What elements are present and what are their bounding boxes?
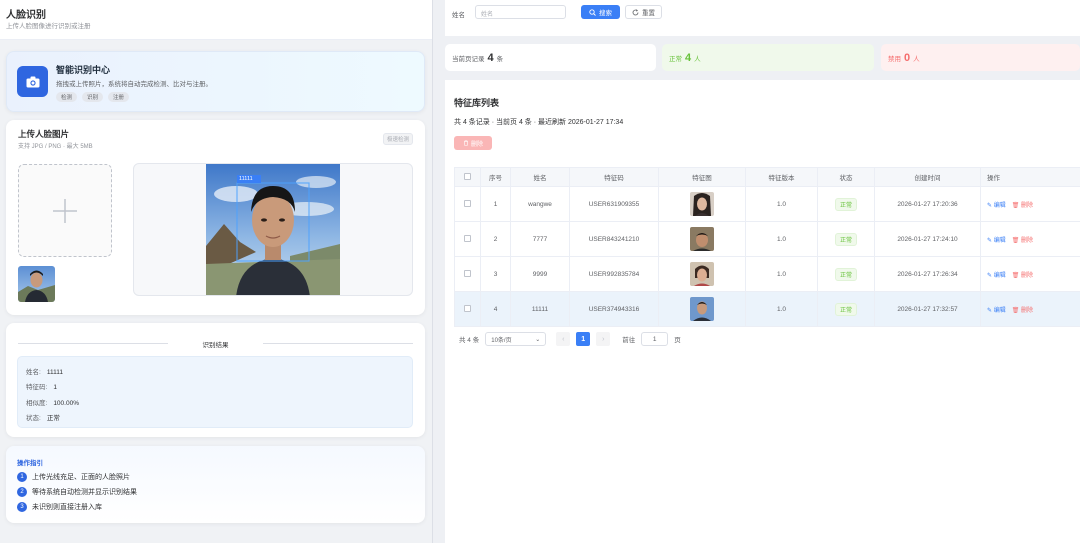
table-info: 共 4 条记录 · 当前页 4 条 · 最近刷新 2026-01-27 17:3… [454, 119, 624, 126]
camera-icon [17, 66, 48, 97]
tag-detect: 检测 [56, 92, 78, 102]
search-icon [589, 8, 596, 16]
chevron-down-icon: ⌄ [535, 336, 541, 343]
row-checkbox[interactable] [454, 186, 481, 222]
hero-tags: 检测 识别 注册 [56, 92, 130, 102]
reset-button[interactable]: 重置 [625, 5, 662, 19]
search-label: 姓名 [452, 12, 465, 19]
feature-image[interactable] [690, 262, 714, 286]
result-box: 姓名: 11111 特征码: 1 相似度: 100.00% 状态: 正常 [17, 356, 413, 428]
goto-page-input[interactable]: 1 [641, 332, 669, 346]
select-all-checkbox[interactable] [454, 167, 481, 187]
status-badge: 正常 [834, 197, 857, 211]
col-image: 特征图 [658, 167, 746, 187]
col-name: 姓名 [510, 167, 570, 187]
edit-button[interactable]: ✎ 编辑 [987, 238, 1006, 244]
next-page-button[interactable]: › [596, 332, 611, 346]
status-badge: 正常 [834, 302, 857, 316]
status-badge: 正常 [834, 232, 857, 246]
prev-page-button[interactable]: ‹ [556, 332, 571, 346]
upload-card: 上传人脸图片 支持 JPG / PNG · 最大 5MB 极速检测 11111 [6, 120, 425, 315]
feature-image[interactable] [690, 192, 714, 216]
feature-image[interactable] [690, 297, 714, 321]
page-title: 人脸识别 [6, 10, 46, 21]
col-index: 序号 [480, 167, 511, 187]
stat-disabled: 禁用 0 人 [881, 44, 1080, 71]
face-photo: 11111 [206, 164, 340, 295]
table-title: 特征库列表 [454, 98, 500, 108]
feature-table-card: 特征库列表 共 4 条记录 · 当前页 4 条 · 最近刷新 2026-01-2… [445, 80, 1080, 543]
upload-title: 上传人脸图片 [18, 129, 70, 139]
result-card: 识别结果 姓名: 11111 特征码: 1 相似度: 100.00% 状态: 正常 [6, 323, 425, 437]
col-actions: 操作 [980, 167, 1080, 187]
hero-card: 智能识别中心 拖拽或上传照片，系统将自动完成检测、比对与注册。 检测 识别 注册 [6, 51, 425, 112]
page-size-select[interactable]: 10条/页 ⌄ [485, 332, 547, 346]
delete-button[interactable]: 🗑 删除 [1012, 203, 1033, 209]
stat-current-page: 当前页记录 4 条 [445, 44, 656, 71]
col-time: 创建时间 [874, 167, 981, 187]
tag-recognize: 识别 [82, 92, 104, 102]
guide-step-1: 1 上传光线充足、正面的人脸照片 [17, 472, 130, 482]
edit-button[interactable]: ✎ 编辑 [987, 203, 1006, 209]
plus-icon [53, 198, 77, 223]
upload-badge: 极速检测 [382, 133, 413, 145]
table-row[interactable]: 3 9999 USER992835784 1.0 正常 2026-01-27 1… [454, 256, 1080, 292]
pagination: 共 4 条 10条/页 ⌄ ‹ 1 › 前往 1 页 [459, 332, 681, 346]
table-header: 序号 姓名 特征码 特征图 特征版本 状态 创建时间 操作 [454, 167, 1080, 187]
guide-step-2: 2 等待系统自动检测并显示识别结果 [17, 487, 137, 497]
stat-normal: 正常 4 人 [662, 44, 874, 71]
left-panel: 人脸识别 上传人脸图像进行识别或注册 智能识别中心 拖拽或上传照片，系统将自动完… [0, 0, 433, 543]
pager-total: 共 4 条 [459, 337, 480, 344]
name-search-input[interactable]: 姓名 [475, 5, 566, 19]
refresh-icon [632, 8, 639, 15]
page-number-button[interactable]: 1 [576, 332, 591, 346]
table-row[interactable]: 1 wangwe USER631909355 1.0 正常 2026-01-27… [454, 186, 1080, 222]
goto-label: 前往 [622, 337, 636, 344]
upload-dropzone[interactable] [18, 164, 112, 257]
uploaded-thumbnail[interactable] [18, 266, 55, 302]
edit-button[interactable]: ✎ 编辑 [987, 273, 1006, 279]
page-header: 人脸识别 上传人脸图像进行识别或注册 [0, 0, 432, 40]
upload-sub: 支持 JPG / PNG · 最大 5MB [18, 144, 93, 150]
row-checkbox[interactable] [454, 291, 481, 327]
row-checkbox[interactable] [454, 221, 481, 257]
trash-icon [463, 140, 468, 146]
edit-button[interactable]: ✎ 编辑 [987, 308, 1006, 314]
search-button[interactable]: 搜索 [581, 5, 620, 19]
result-similarity-row: 相似度: 100.00% [26, 400, 79, 407]
status-badge: 正常 [834, 267, 857, 281]
result-status-row: 状态: 正常 [26, 415, 60, 422]
tag-register: 注册 [108, 92, 130, 102]
result-code-row: 特征码: 1 [26, 384, 57, 391]
result-name-row: 姓名: 11111 [26, 369, 63, 376]
guide-card: 操作指引 1 上传光线充足、正面的人脸照片 2 等待系统自动检测并显示识别结果 3未… [6, 446, 425, 523]
face-box-label: 11111 [239, 176, 253, 182]
page-unit: 页 [674, 337, 681, 344]
table-row[interactable]: 4 11111 USER374943316 1.0 正常 2026-01-27 … [454, 291, 1080, 327]
page-subtitle: 上传人脸图像进行识别或注册 [6, 23, 91, 30]
feature-table: 序号 姓名 特征码 特征图 特征版本 状态 创建时间 操作 1 wangwe U… [454, 167, 1080, 327]
feature-image[interactable] [690, 227, 714, 251]
row-checkbox[interactable] [454, 256, 481, 292]
col-status: 状态 [817, 167, 875, 187]
table-row[interactable]: 2 7777 USER843241210 1.0 正常 2026-01-27 1… [454, 221, 1080, 257]
image-preview: 11111 [133, 163, 413, 296]
delete-button[interactable]: 🗑 删除 [1012, 238, 1033, 244]
col-code: 特征码 [569, 167, 659, 187]
delete-button[interactable]: 🗑 删除 [1012, 308, 1033, 314]
delete-button[interactable]: 🗑 删除 [1012, 273, 1033, 279]
col-version: 特征版本 [745, 167, 818, 187]
guide-title: 操作指引 [17, 460, 43, 467]
guide-step-3: 3 未识别则直接注册入库 [17, 502, 102, 512]
hero-title: 智能识别中心 [56, 65, 111, 75]
batch-delete-button[interactable]: 删除 [454, 136, 492, 150]
hero-desc: 拖拽或上传照片，系统将自动完成检测、比对与注册。 [56, 81, 212, 88]
result-divider: 识别结果 [6, 339, 425, 349]
